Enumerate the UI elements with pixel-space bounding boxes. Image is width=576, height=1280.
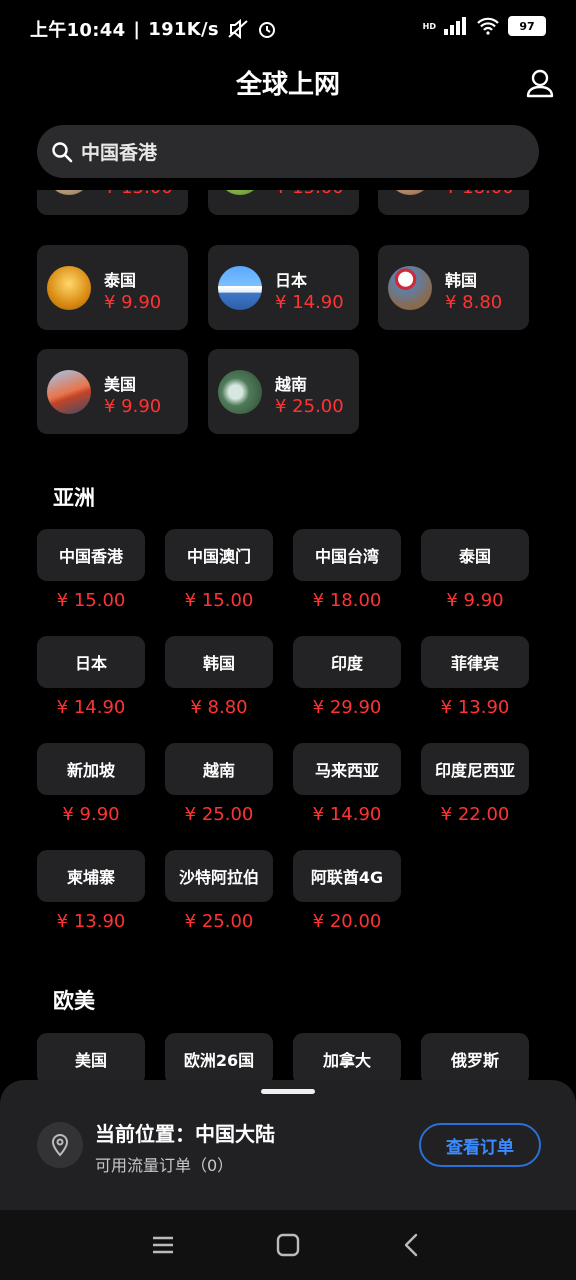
- region-chip[interactable]: 美国: [37, 1033, 145, 1080]
- status-bar: 上午10:44 | 191K/s HD 97: [0, 0, 576, 56]
- japan-image: [218, 266, 262, 310]
- region-chip[interactable]: 马来西亚: [293, 743, 401, 795]
- region-price: ¥ 18.00: [312, 590, 382, 611]
- vietnam-image: [218, 370, 262, 414]
- region-chip[interactable]: 泰国: [421, 529, 529, 581]
- wifi-icon: [477, 17, 499, 35]
- bottom-sheet: 当前位置：中国大陆 可用流量订单（0） 查看订单: [0, 1080, 576, 1210]
- search-icon: [52, 141, 73, 162]
- region-chip[interactable]: 中国台湾: [293, 529, 401, 581]
- featured-card[interactable]: ¥ 15.00: [208, 190, 359, 215]
- region-chip[interactable]: 韩国: [165, 636, 273, 688]
- flag-image: [218, 190, 262, 195]
- featured-price: ¥ 15.00: [104, 190, 173, 198]
- region-chip[interactable]: 柬埔寨: [37, 850, 145, 902]
- usa-image: [47, 370, 91, 414]
- featured-price: ¥ 25.00: [275, 396, 344, 417]
- view-orders-button[interactable]: 查看订单: [419, 1123, 541, 1167]
- sheet-handle[interactable]: [261, 1089, 315, 1094]
- hd-label: HD: [422, 21, 436, 31]
- featured-card-thailand[interactable]: 泰国 ¥ 9.90: [37, 245, 188, 330]
- home-icon[interactable]: [275, 1232, 301, 1258]
- section-title-asia: 亚洲: [53, 486, 95, 510]
- network-speed: 191K/s: [148, 18, 219, 40]
- region-price: ¥ 9.90: [62, 804, 120, 825]
- status-divider: |: [133, 18, 141, 40]
- region-chip[interactable]: 沙特阿拉伯: [165, 850, 273, 902]
- featured-card-usa[interactable]: 美国 ¥ 9.90: [37, 349, 188, 434]
- system-nav-bar: [0, 1210, 576, 1280]
- region-chip[interactable]: 印度: [293, 636, 401, 688]
- korea-image: [388, 266, 432, 310]
- region-chip[interactable]: 阿联酋4G: [293, 850, 401, 902]
- featured-price: ¥ 14.90: [275, 292, 344, 313]
- region-chip[interactable]: 中国澳门: [165, 529, 273, 581]
- region-price: ¥ 15.00: [56, 590, 126, 611]
- region-price: ¥ 13.90: [440, 697, 510, 718]
- region-price: ¥ 9.90: [446, 590, 504, 611]
- section-title-euam: 欧美: [53, 989, 95, 1013]
- region-chip[interactable]: 欧洲26国: [165, 1033, 273, 1080]
- battery-icon: 97: [508, 16, 546, 36]
- location-pin-icon: [51, 1133, 69, 1157]
- region-chip[interactable]: 越南: [165, 743, 273, 795]
- region-price: ¥ 8.80: [190, 697, 248, 718]
- location-badge: [37, 1122, 83, 1168]
- region-chip[interactable]: 印度尼西亚: [421, 743, 529, 795]
- available-orders: 可用流量订单（0）: [95, 1156, 234, 1175]
- region-price: ¥ 25.00: [184, 911, 254, 932]
- mute-icon: [228, 19, 248, 39]
- user-icon[interactable]: [524, 68, 556, 100]
- region-price: ¥ 14.90: [312, 804, 382, 825]
- region-price: ¥ 13.90: [56, 911, 126, 932]
- header: 全球上网: [0, 60, 576, 110]
- featured-price: ¥ 8.80: [445, 292, 503, 313]
- region-price: ¥ 22.00: [440, 804, 510, 825]
- featured-card-korea[interactable]: 韩国 ¥ 8.80: [378, 245, 529, 330]
- featured-name: 韩国: [445, 271, 478, 290]
- featured-price: ¥ 9.90: [104, 396, 162, 417]
- flag-image: [388, 190, 432, 195]
- region-chip[interactable]: 新加坡: [37, 743, 145, 795]
- region-price: ¥ 20.00: [312, 911, 382, 932]
- featured-name: 日本: [275, 271, 308, 290]
- featured-card-vietnam[interactable]: 越南 ¥ 25.00: [208, 349, 359, 434]
- alarm-icon: [258, 22, 275, 38]
- featured-price: ¥ 18.00: [445, 190, 514, 198]
- featured-card[interactable]: ¥ 15.00: [37, 190, 188, 215]
- featured-card[interactable]: ¥ 18.00: [378, 190, 529, 215]
- flag-image: [47, 190, 91, 195]
- region-chip[interactable]: 日本: [37, 636, 145, 688]
- featured-name: 美国: [104, 375, 137, 394]
- page-title: 全球上网: [235, 70, 340, 100]
- featured-card-japan[interactable]: 日本 ¥ 14.90: [208, 245, 359, 330]
- region-price: ¥ 25.00: [184, 804, 254, 825]
- thailand-image: [47, 266, 91, 310]
- back-icon[interactable]: [399, 1232, 425, 1258]
- region-price: ¥ 15.00: [184, 590, 254, 611]
- status-right: HD 97: [423, 16, 546, 36]
- featured-price: ¥ 15.00: [275, 190, 344, 198]
- region-chip[interactable]: 菲律宾: [421, 636, 529, 688]
- status-left: 上午10:44 | 191K/s: [30, 16, 277, 42]
- region-price: ¥ 14.90: [56, 697, 126, 718]
- featured-price: ¥ 9.90: [104, 292, 162, 313]
- region-chip[interactable]: 俄罗斯: [421, 1033, 529, 1080]
- featured-name: 越南: [275, 375, 308, 394]
- featured-name: 泰国: [104, 271, 137, 290]
- search-bar[interactable]: 中国香港: [37, 125, 539, 178]
- region-chip[interactable]: 中国香港: [37, 529, 145, 581]
- current-location: 当前位置：中国大陆: [95, 1122, 275, 1146]
- search-input[interactable]: 中国香港: [81, 138, 157, 165]
- region-price: ¥ 29.90: [312, 697, 382, 718]
- menu-icon[interactable]: [150, 1232, 176, 1258]
- region-chip[interactable]: 加拿大: [293, 1033, 401, 1080]
- battery-level: 97: [519, 19, 535, 33]
- destination-list[interactable]: ¥ 15.00 ¥ 15.00 ¥ 18.00 泰国 ¥ 9.90 日本 ¥ 1…: [0, 190, 576, 1080]
- signal-icon: [444, 17, 466, 35]
- status-time: 上午10:44: [30, 20, 126, 41]
